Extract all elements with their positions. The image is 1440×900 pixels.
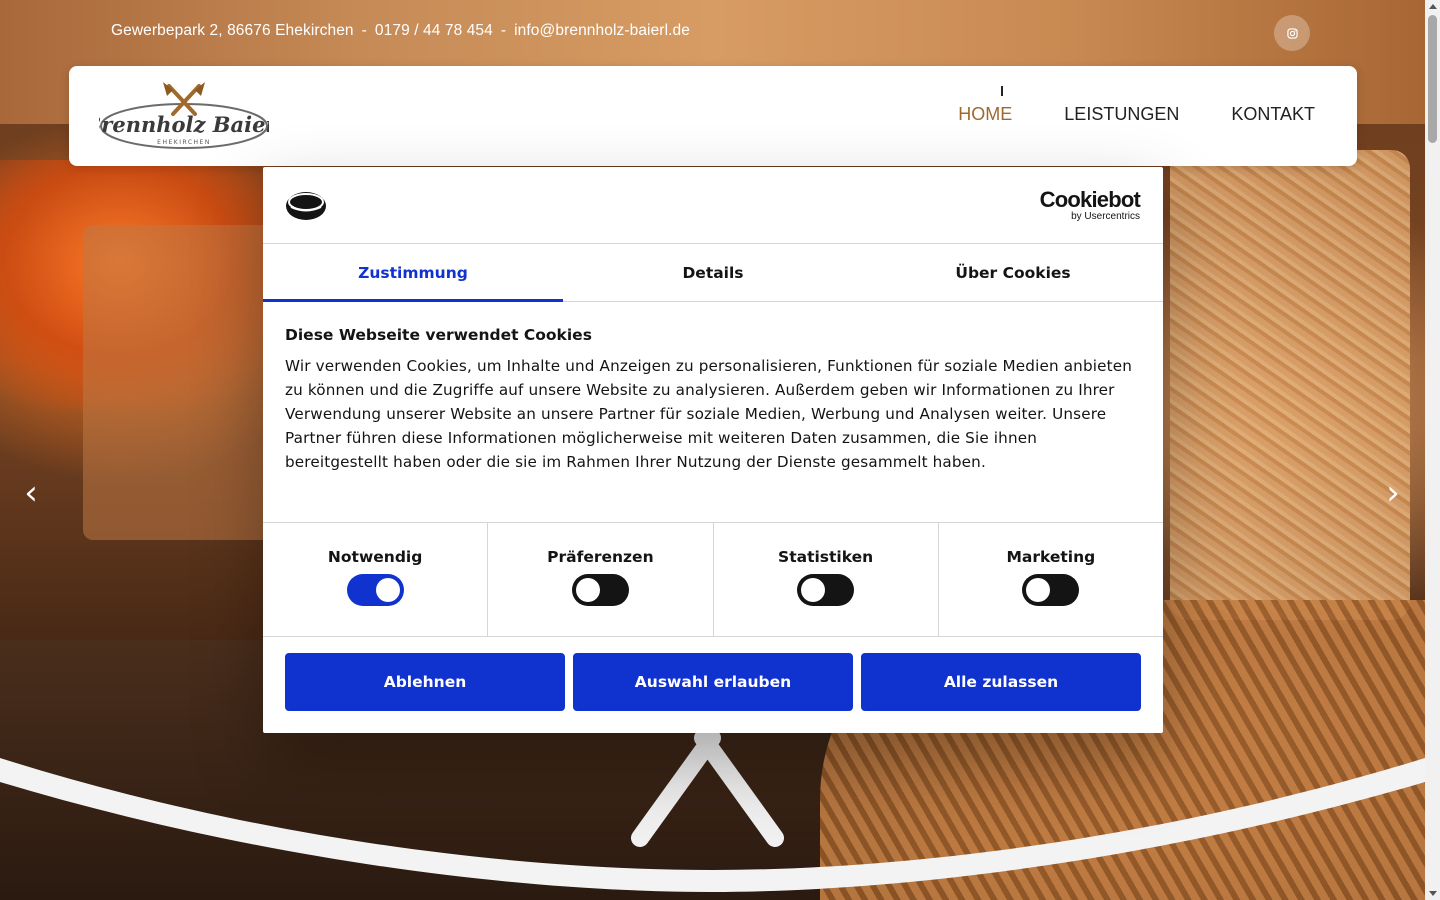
toggle-knob [575, 578, 600, 602]
main-nav: HOME LEISTUNGEN KONTAKT [958, 104, 1315, 125]
toggle-label-praeferenzen: Präferenzen [547, 548, 654, 566]
nav-item-home[interactable]: HOME [958, 104, 1012, 125]
nav-indicator [1001, 86, 1003, 96]
slider-prev-button[interactable]: ‹ [19, 476, 43, 510]
contact-bar: Gewerbepark 2, 86676 Ehekirchen - 0179 /… [111, 22, 690, 40]
cookie-description: Wir verwenden Cookies, um Inhalte und An… [285, 357, 1132, 471]
toggle-marketing[interactable] [1022, 574, 1080, 606]
cookiebot-brand-text: Cookiebot [1039, 187, 1141, 212]
tab-zustimmung[interactable]: Zustimmung [263, 244, 563, 302]
allow-all-button[interactable]: Alle zulassen [861, 653, 1141, 711]
tab-ueber-cookies[interactable]: Über Cookies [863, 244, 1163, 301]
allow-selection-button[interactable]: Auswahl erlauben [573, 653, 853, 711]
instagram-icon [1286, 27, 1298, 39]
address-text: Gewerbepark 2, 86676 Ehekirchen [111, 22, 354, 39]
toggle-praeferenzen[interactable] [571, 574, 629, 606]
scroll-up-arrow-icon[interactable] [1428, 4, 1437, 9]
email-link[interactable]: info@brennholz-baierl.de [514, 22, 690, 40]
cookie-tabs: Zustimmung Details Über Cookies [263, 244, 1163, 302]
tab-details[interactable]: Details [563, 244, 863, 301]
decorative-wave [0, 729, 1425, 892]
site-header: Brennholz Baierl EHEKIRCHEN HOME LEISTUN… [69, 66, 1357, 166]
slider-next-button[interactable]: › [1381, 476, 1405, 510]
toggle-label-marketing: Marketing [1006, 548, 1096, 566]
cookie-category-toggles: Notwendig Präferenzen Statistiken Market… [263, 523, 1163, 637]
toggle-knob [801, 578, 826, 602]
cookie-consent-dialog: Cookiebot by Usercentrics Zustimmung Det… [263, 167, 1163, 733]
logo-text: Brennholz Baierl [99, 112, 269, 137]
cookiebot-brand-subtext: by Usercentrics [1071, 211, 1140, 222]
nav-item-leistungen[interactable]: LEISTUNGEN [1064, 104, 1179, 125]
toggle-group-marketing: Marketing [939, 523, 1163, 636]
page-scrollbar[interactable] [1425, 0, 1440, 900]
toggle-group-notwendig: Notwendig [263, 523, 489, 636]
toggle-knob [1026, 578, 1051, 602]
decline-button[interactable]: Ablehnen [285, 653, 565, 711]
toggle-label-statistiken: Statistiken [778, 548, 874, 566]
toggle-group-praeferenzen: Präferenzen [488, 523, 714, 636]
phone-link[interactable]: 0179 / 44 78 454 [375, 22, 493, 40]
toggle-group-statistiken: Statistiken [714, 523, 939, 636]
separator: - [500, 22, 507, 39]
separator: - [361, 22, 367, 39]
logo-subtext: EHEKIRCHEN [157, 139, 211, 146]
scrollbar-thumb[interactable] [1428, 15, 1437, 143]
toggle-label-notwendig: Notwendig [327, 548, 423, 566]
toggle-statistiken[interactable] [797, 574, 855, 606]
toggle-knob [375, 578, 400, 602]
instagram-button[interactable] [1274, 15, 1310, 51]
cookie-title: Diese Webseite verwendet Cookies [285, 326, 592, 344]
cookie-body: Diese Webseite verwendet Cookies Wir ver… [263, 302, 1163, 523]
chevron-right-icon: › [1386, 473, 1400, 513]
chevron-left-icon: ‹ [24, 473, 38, 513]
crossed-axes-icon [631, 729, 784, 847]
scroll-down-arrow-icon[interactable] [1428, 891, 1437, 896]
brand-logo[interactable]: Brennholz Baierl EHEKIRCHEN [83, 80, 284, 152]
cookie-actions: Ablehnen Auswahl erlauben Alle zulassen [263, 637, 1163, 711]
cookiebot-logo[interactable]: Cookiebot by Usercentrics [1039, 187, 1141, 223]
nav-item-kontakt[interactable]: KONTAKT [1231, 104, 1315, 125]
toggle-notwendig[interactable] [346, 574, 404, 606]
slide-caption-box [83, 225, 283, 540]
logo-image: Brennholz Baierl EHEKIRCHEN [83, 82, 284, 149]
cookie-icon [286, 192, 326, 220]
cookie-dialog-header: Cookiebot by Usercentrics [263, 167, 1163, 244]
wood-briquette-image [1170, 150, 1410, 620]
